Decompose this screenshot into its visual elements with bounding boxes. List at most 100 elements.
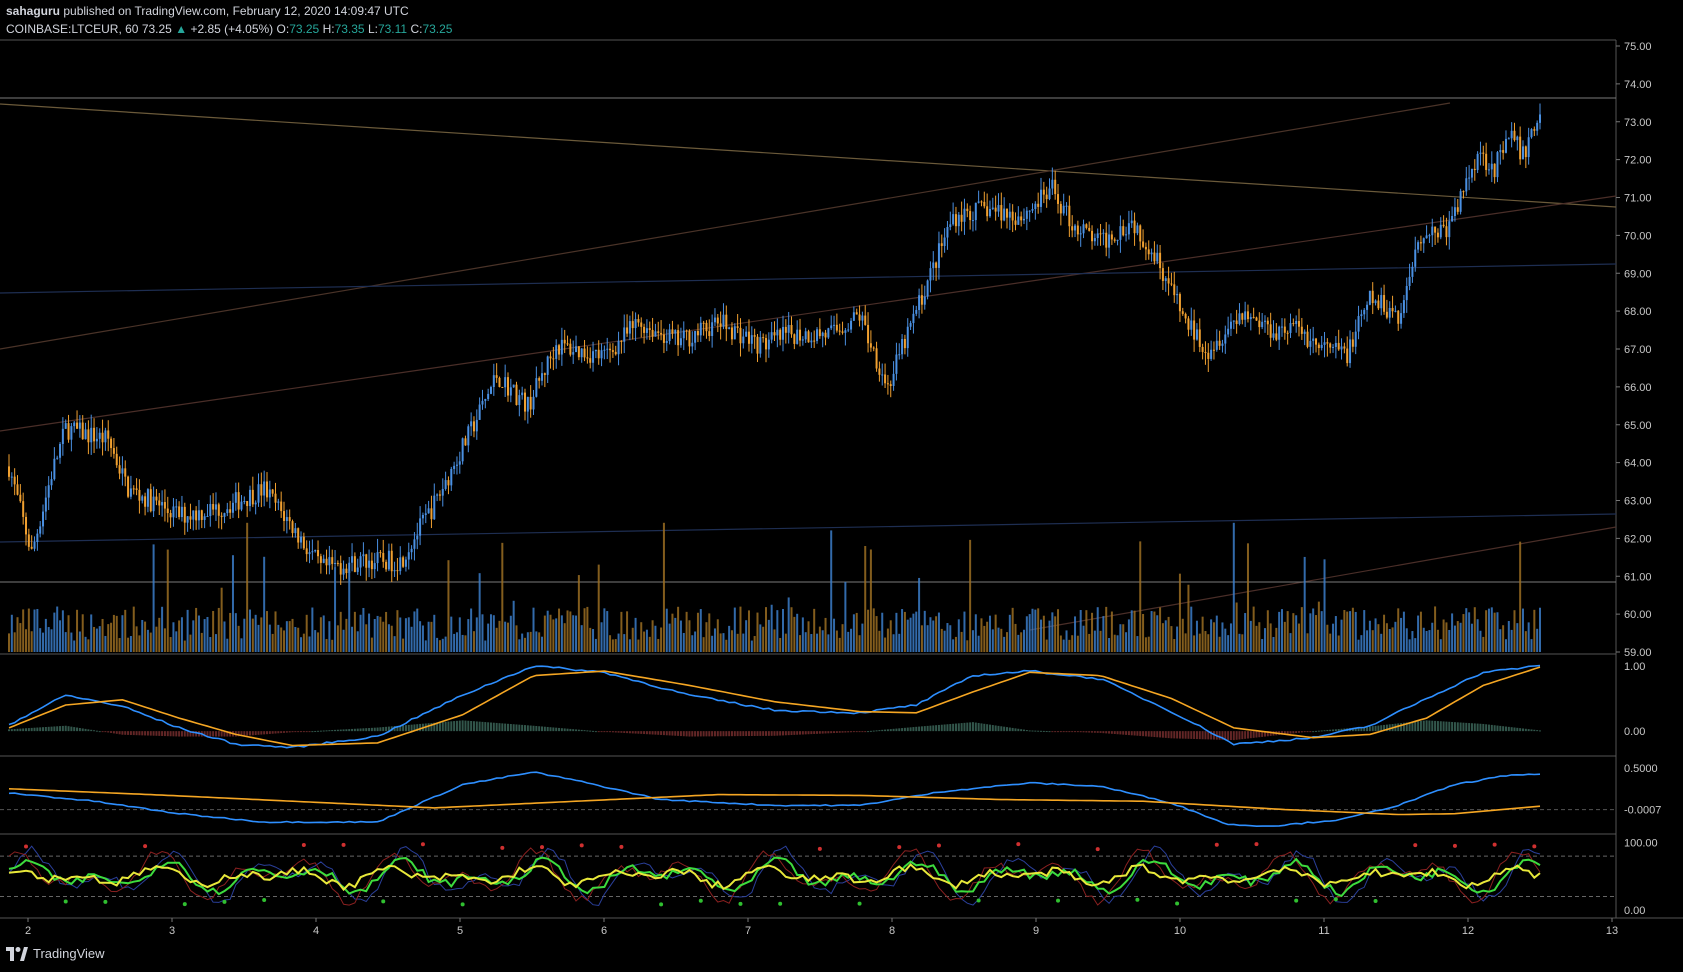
histogram-bar (909, 727, 912, 732)
candle-body (767, 339, 770, 350)
volume-bar (291, 618, 294, 652)
histogram-bar (895, 728, 898, 732)
candle-body (898, 354, 901, 356)
candle-body (1349, 339, 1352, 364)
histogram-bar (521, 724, 524, 732)
candle-body (1272, 333, 1275, 338)
volume-bar (1178, 573, 1181, 652)
candle-body (1173, 284, 1176, 296)
candle-body (76, 422, 79, 429)
volume-bar (572, 615, 575, 652)
volume-bar (1229, 623, 1232, 652)
candle-body (373, 563, 376, 570)
volume-bar (317, 632, 320, 652)
histogram-bar (104, 731, 107, 733)
candle-body (285, 517, 288, 521)
price-tick-label: 61.00 (1624, 571, 1652, 583)
candle-body (1476, 153, 1479, 171)
histogram-bar (1130, 731, 1133, 736)
candle-body (1536, 122, 1539, 131)
histogram-bar (492, 722, 495, 732)
volume-bar (1144, 637, 1147, 652)
histogram-bar (801, 731, 804, 735)
volume-bar (70, 632, 73, 652)
histogram-bar (1487, 724, 1490, 732)
candle-body (1133, 220, 1136, 234)
histogram-bar (1317, 730, 1320, 732)
volume-bar (745, 620, 748, 652)
volume-bar (926, 625, 929, 652)
volume-bar (782, 608, 785, 652)
volume-bar (121, 615, 124, 652)
volume-bar (1465, 608, 1468, 652)
volume-bar (713, 628, 716, 652)
histogram-bar (949, 724, 952, 732)
histogram-bar (1022, 729, 1025, 732)
candle-body (16, 484, 19, 495)
histogram-bar (1178, 731, 1181, 739)
candle-body (1507, 138, 1510, 140)
histogram-bar (1144, 731, 1147, 737)
candle-body (444, 480, 447, 489)
volume-bar (702, 637, 705, 652)
candle-body (1283, 326, 1286, 333)
rsi-signal-dot (63, 899, 68, 904)
volume-bar (1176, 626, 1179, 652)
histogram-bar (954, 723, 957, 732)
volume-bar (977, 635, 980, 652)
candle-body (1405, 285, 1408, 301)
volume-bar (1380, 633, 1383, 652)
candle-body (935, 262, 938, 268)
histogram-bar (1453, 722, 1456, 732)
candle-body (317, 550, 320, 557)
histogram-bar (1116, 731, 1119, 735)
volume-bar (668, 623, 671, 652)
candle-body (1263, 320, 1266, 322)
candle-body (1383, 295, 1386, 312)
candle-body (830, 325, 833, 329)
volume-bar (209, 637, 212, 652)
volume-bar (901, 609, 904, 652)
volume-bar (940, 628, 943, 652)
histogram-bar (472, 721, 475, 732)
volume-bar (197, 615, 200, 652)
histogram-bar (353, 728, 356, 732)
histogram-bar (756, 731, 759, 736)
candle-body (118, 465, 121, 474)
volume-bar (753, 636, 756, 652)
volume-bar (1167, 616, 1170, 652)
candle-body (957, 214, 960, 227)
candle-body (1218, 340, 1221, 346)
candle-body (1431, 226, 1434, 236)
volume-bar (657, 638, 660, 652)
candle-body (158, 500, 161, 506)
candle-body (850, 320, 853, 330)
candle-body (368, 560, 371, 568)
histogram-bar (8, 729, 10, 732)
candle-body (67, 423, 70, 440)
histogram-bar (1536, 730, 1539, 732)
histogram-bar (1028, 730, 1031, 732)
volume-bar (1034, 609, 1037, 652)
candle-body (50, 479, 53, 486)
histogram-bar (246, 731, 249, 736)
histogram-bar (365, 728, 368, 732)
volume-bar (801, 617, 804, 652)
histogram-bar (918, 726, 921, 732)
candle-body (688, 330, 691, 347)
rsi-signal-dot (579, 843, 584, 848)
volume-bar (1272, 637, 1275, 652)
chart-canvas[interactable]: 59.0060.0061.0062.0063.0064.0065.0066.00… (0, 0, 1683, 972)
rsi-signal-dot (103, 899, 108, 904)
histogram-bar (447, 721, 450, 732)
volume-bar (580, 625, 583, 652)
histogram-bar (53, 726, 56, 732)
candle-body (759, 337, 762, 354)
candle-body (495, 375, 498, 378)
volume-bar (1266, 610, 1269, 652)
tradingview-label: TradingView (33, 946, 105, 961)
volume-bar (1411, 631, 1414, 652)
candle-body (1269, 324, 1272, 338)
candle-body (852, 312, 855, 321)
histogram-bar (73, 727, 76, 732)
